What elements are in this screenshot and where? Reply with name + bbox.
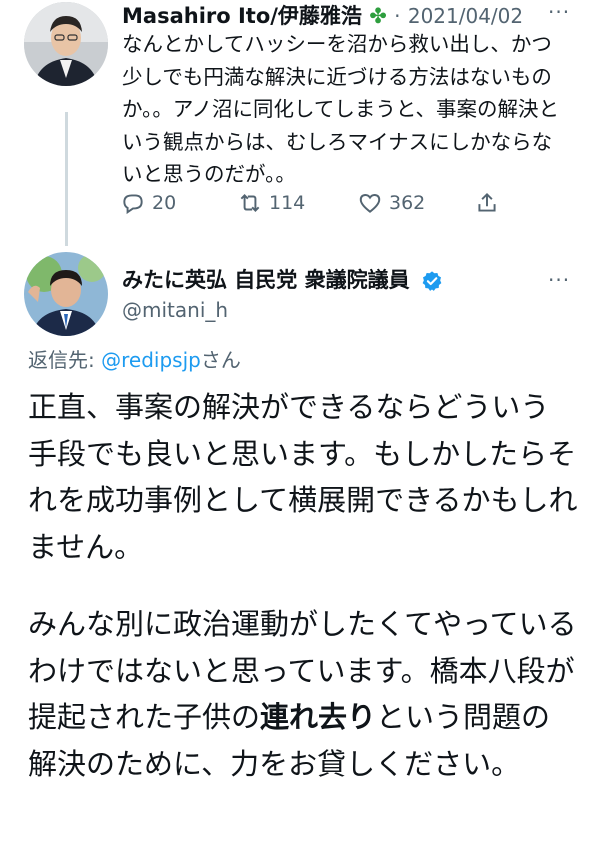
tweet1-more-button[interactable]: ··· xyxy=(548,0,570,24)
like-count: 362 xyxy=(389,192,426,214)
like-button[interactable]: 362 xyxy=(357,190,425,216)
reply-to-suffix: さん xyxy=(200,348,241,372)
reply-to-line: 返信先: @redipsjpさん xyxy=(28,344,241,373)
tweet1-display-name[interactable]: Masahiro Ito/伊藤雅浩 xyxy=(122,4,362,28)
tweet2-paragraph-2-bold-term: 連れ去り xyxy=(260,700,377,734)
avatar-mitani[interactable] xyxy=(24,252,108,336)
tweet1-separator: · xyxy=(394,4,401,28)
retweet-count: 114 xyxy=(269,192,306,214)
thread-connector-line xyxy=(65,112,68,246)
tweet1-date[interactable]: 2021/04/02 xyxy=(408,4,523,28)
heart-icon xyxy=(359,194,381,213)
tweet1-header: Masahiro Ito/伊藤雅浩 ✤ · 2021/04/02 xyxy=(122,0,523,30)
reply-to-label: 返信先: xyxy=(28,348,102,372)
tweet2-handle[interactable]: @mitani_h xyxy=(122,298,228,322)
reply-icon xyxy=(123,194,143,215)
retweet-button[interactable]: 114 xyxy=(237,190,305,216)
avatar-masahiro-ito[interactable] xyxy=(24,2,108,86)
reply-button[interactable]: 20 xyxy=(120,190,176,216)
tweet2-header: みたに英弘 自民党 衆議院議員 xyxy=(122,264,443,294)
tweet2-display-name[interactable]: みたに英弘 自民党 衆議院議員 xyxy=(122,268,410,292)
tweet2-paragraph-1: 正直、事案の解決ができるならどういう手段でも良いと思います。もしかしたらそれを成… xyxy=(28,390,578,564)
reply-count: 20 xyxy=(152,192,177,214)
verified-badge-icon xyxy=(422,271,442,291)
tweet1-text: なんとかしてハッシーを沼から救い出し、かつ少しでも円満な解決に近づける方法はない… xyxy=(122,32,560,186)
share-button[interactable] xyxy=(474,190,500,216)
share-icon xyxy=(478,192,496,212)
tweet2-more-button[interactable]: ··· xyxy=(548,268,570,292)
tweet2-paragraph-2: みんな別に政治運動がしたくてやっているわけではないと思っています。橋本八段が提起… xyxy=(28,601,578,787)
reply-to-mention-link[interactable]: @redipsjp xyxy=(101,348,201,372)
retweet-icon xyxy=(240,194,260,212)
four-leaf-clover-icon: ✤ xyxy=(369,4,387,28)
